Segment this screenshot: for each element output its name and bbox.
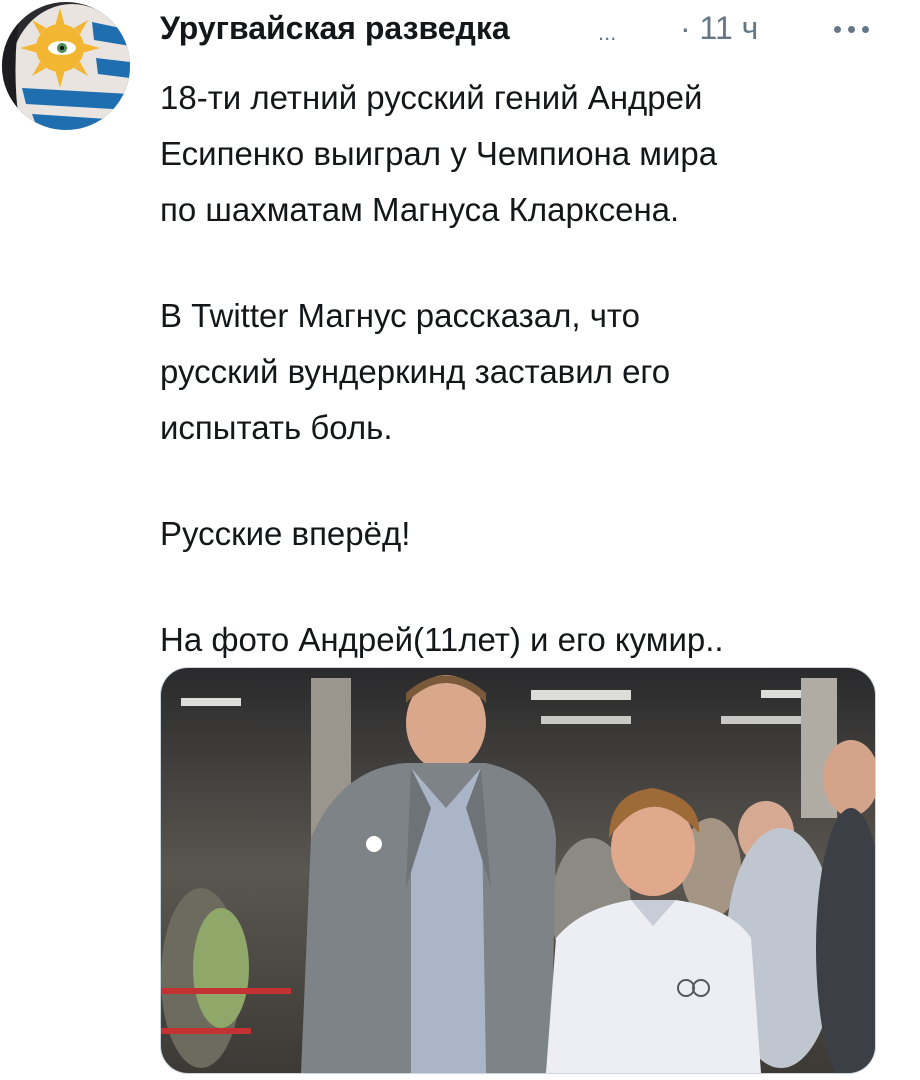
- more-dots-icon: [834, 26, 841, 33]
- avatar[interactable]: [2, 2, 130, 130]
- tweet-text: 18-ти летний русский гений Андрей Есипен…: [160, 70, 880, 668]
- text-line: Есипенко выиграл у Чемпиона мира: [160, 135, 718, 172]
- text-line: 18-ти летний русский гений Андрей: [160, 79, 703, 116]
- text-line: На фото Андрей(11лет) и его кумир..: [160, 621, 724, 658]
- text-line: В Twitter Магнус рассказал, что: [160, 297, 641, 334]
- text-line: Русские вперёд!: [160, 515, 411, 552]
- more-dots-icon: [848, 26, 855, 33]
- photo-two-people-chess-event-icon: [161, 668, 875, 1073]
- author-display-name[interactable]: Уругвайская разведка: [160, 10, 510, 47]
- tweet[interactable]: Уругвайская разведка ... · 11 ч 18-ти ле…: [0, 0, 920, 1080]
- more-dots-icon: [862, 26, 869, 33]
- text-line: по шахматам Магнуса Кларксена.: [160, 191, 680, 228]
- uruguay-flag-face-avatar-icon: [2, 2, 130, 130]
- tweet-header: Уругвайская разведка ... · 11 ч: [160, 6, 900, 56]
- tweet-timestamp[interactable]: · 11 ч: [680, 10, 758, 47]
- more-options-button[interactable]: [828, 8, 878, 48]
- text-line: русский вундеркинд заставил его: [160, 353, 671, 390]
- timestamp-value: 11 ч: [699, 10, 759, 46]
- name-truncation: ...: [598, 20, 617, 45]
- tweet-photo[interactable]: [160, 667, 876, 1074]
- time-separator: ·: [680, 10, 691, 46]
- text-line: испытать боль.: [160, 409, 393, 446]
